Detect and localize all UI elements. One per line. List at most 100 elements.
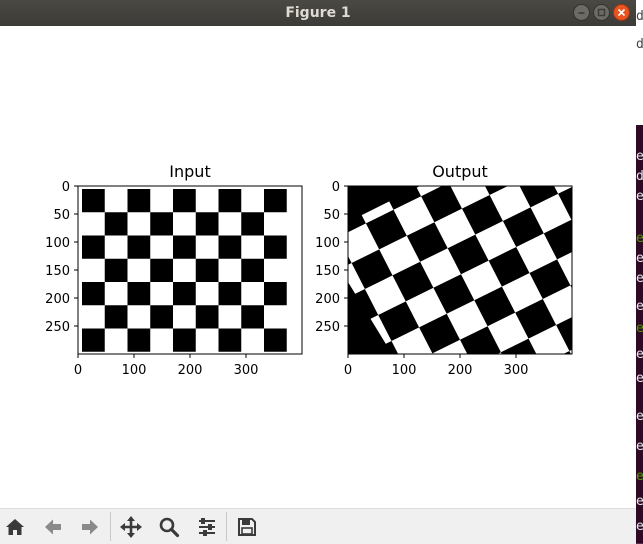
terminal-char: e — [636, 149, 643, 164]
warped-checker-square — [613, 153, 636, 193]
warped-checker-square — [505, 76, 546, 116]
warped-checker-square — [624, 376, 636, 416]
save-button[interactable] — [234, 514, 260, 540]
checker-square — [218, 235, 242, 259]
terminal-char: e — [636, 231, 643, 246]
title-bar[interactable]: Figure 1 — [0, 0, 636, 26]
forward-button[interactable] — [77, 514, 103, 540]
figure-canvas[interactable]: Input 0 100 200 300 0 50 100 150 200 250… — [0, 26, 636, 508]
home-button[interactable] — [2, 514, 28, 540]
checker-square — [173, 235, 196, 259]
warped-checker-square — [519, 37, 560, 77]
plot-area: Input 0 100 200 300 0 50 100 150 200 250… — [45, 26, 636, 508]
checker-square — [173, 189, 196, 213]
warped-checker-square — [354, 118, 395, 158]
checker-square — [150, 258, 173, 282]
maximize-button[interactable] — [593, 4, 610, 21]
checker-square — [82, 282, 105, 306]
back-button[interactable] — [40, 514, 66, 540]
checker-square — [218, 282, 242, 306]
output-ytick-label: 0 — [332, 180, 340, 195]
terminal-char: e — [636, 409, 643, 424]
warped-checker-square — [499, 470, 540, 508]
input-xtick-label: 300 — [234, 363, 259, 378]
warped-checker-square — [583, 363, 624, 403]
input-ytick-label: 250 — [45, 320, 70, 335]
output-xtick-label: 300 — [504, 363, 529, 378]
checker-square — [195, 305, 219, 329]
forward-arrow-icon — [82, 519, 98, 535]
zoom-icon — [159, 517, 180, 538]
input-xtick-label: 0 — [74, 363, 82, 378]
output-ytick-label: 150 — [315, 264, 340, 279]
zoom-button[interactable] — [156, 514, 182, 540]
warped-checker-square — [458, 457, 499, 497]
warped-checker-square — [574, 26, 615, 49]
checker-square — [82, 235, 105, 259]
checker-square — [104, 258, 128, 282]
warped-checker-square — [601, 61, 636, 101]
input-axes-title: Input — [169, 162, 210, 181]
checker-square — [241, 305, 264, 329]
checker-square — [150, 212, 173, 236]
terminal-char: e — [636, 299, 643, 314]
warped-checker-square — [409, 91, 450, 131]
terminal-char: e — [636, 251, 643, 266]
checker-square — [173, 282, 196, 306]
close-icon — [617, 8, 626, 17]
output-xtick-label: 0 — [344, 363, 352, 378]
output-xtick-label: 100 — [392, 363, 417, 378]
close-button[interactable] — [613, 4, 630, 21]
minimize-button[interactable] — [573, 4, 590, 21]
terminal-char: e — [636, 347, 643, 362]
home-icon — [6, 519, 24, 535]
warped-checker-square — [563, 351, 571, 354]
pan-button[interactable] — [118, 514, 144, 540]
warped-checker-square — [546, 89, 587, 129]
terminal-char: e — [636, 189, 643, 204]
warped-checker-square — [615, 26, 636, 61]
axes-input: Input 0 100 200 300 0 50 100 150 200 250 — [45, 162, 303, 378]
output-ytick-label: 50 — [323, 208, 340, 223]
input-ytick-label: 100 — [45, 236, 70, 251]
warped-checker-square — [572, 141, 613, 181]
terminal-char: e — [636, 469, 643, 484]
checker-square — [127, 328, 151, 352]
warped-checker-square — [587, 101, 628, 141]
warped-checker-square — [585, 232, 626, 272]
terminal-char: e — [636, 271, 643, 286]
warped-checker-square — [444, 497, 485, 508]
warped-checker-square — [611, 284, 636, 324]
navigation-toolbar — [0, 508, 636, 544]
checker-square — [82, 328, 105, 352]
output-ytick-label: 200 — [315, 292, 340, 307]
terminal-char: d — [636, 37, 643, 52]
terminal-char: e — [636, 371, 643, 386]
terminal-char: e — [636, 494, 643, 509]
warped-checker-square — [417, 445, 458, 485]
warped-checker-square — [376, 433, 417, 473]
warped-checker-square — [599, 193, 636, 233]
input-ytick-label: 150 — [45, 264, 70, 279]
warped-checker-square — [609, 415, 636, 455]
checker-square — [127, 282, 151, 306]
checker-square — [104, 212, 128, 236]
configure-subplots-button[interactable] — [194, 514, 220, 540]
output-axes-title: Output — [432, 162, 488, 181]
checker-square — [127, 235, 151, 259]
checker-square — [241, 212, 264, 236]
warped-checker-square — [403, 485, 444, 508]
warped-checker-square — [554, 443, 595, 483]
toolbar-separator — [226, 512, 227, 541]
minimize-icon — [578, 12, 585, 14]
warped-checker-square — [431, 405, 472, 445]
warped-checker-square — [472, 418, 513, 458]
terminal-char: d — [636, 9, 643, 24]
warped-checker-square — [395, 131, 436, 171]
warped-checker-square — [528, 391, 569, 431]
window-controls — [573, 4, 630, 21]
checker-square — [173, 328, 196, 352]
warped-checker-square — [570, 284, 572, 289]
save-icon — [238, 518, 256, 536]
maximize-icon — [597, 8, 606, 17]
